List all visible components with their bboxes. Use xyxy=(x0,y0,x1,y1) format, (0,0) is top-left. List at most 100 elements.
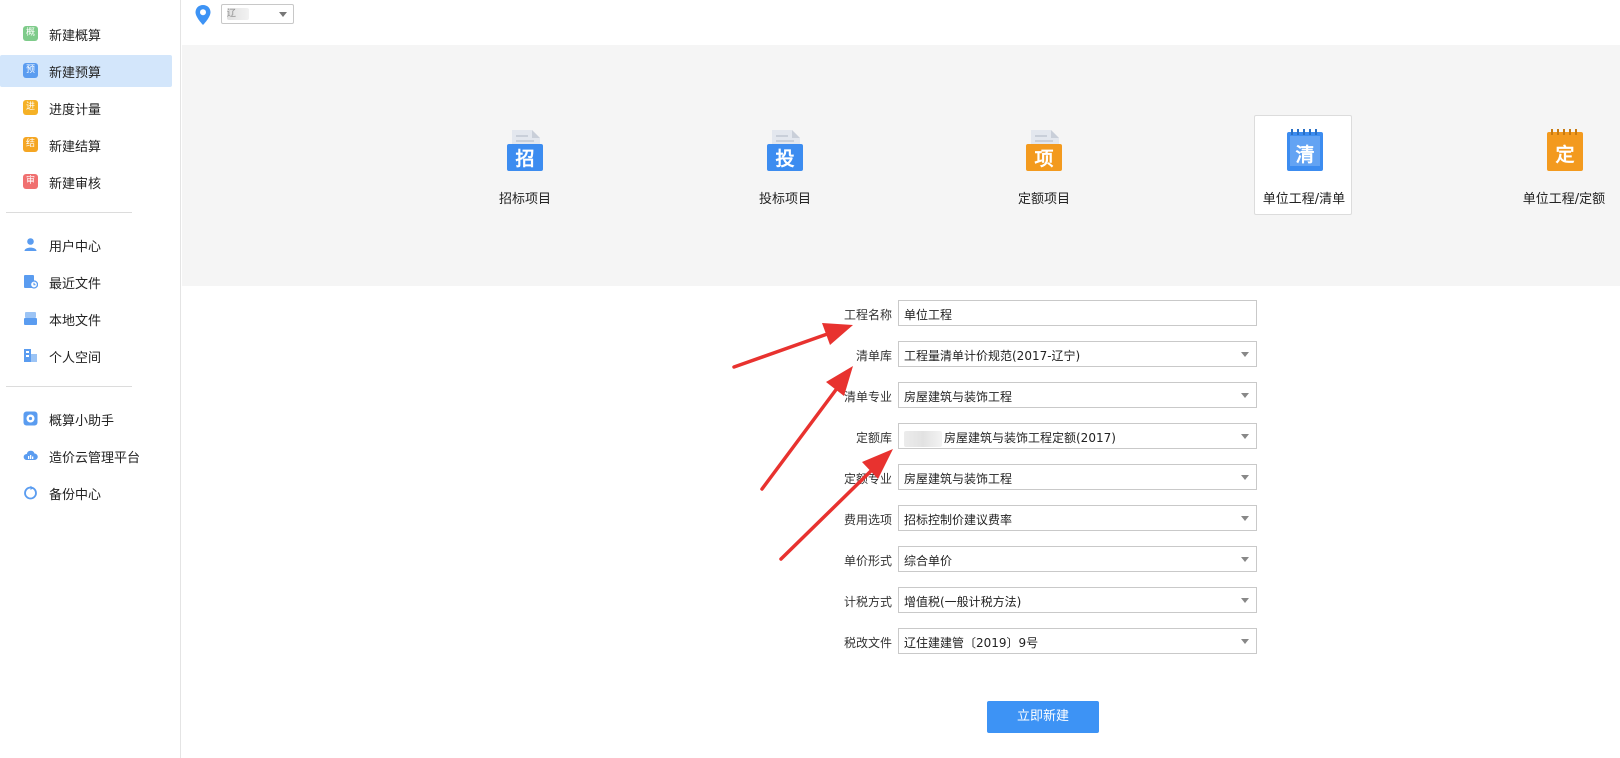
settlement-icon: 结 xyxy=(23,137,38,152)
fee-option-select[interactable]: 招标控制价建议费率 xyxy=(898,505,1257,531)
bill-library-value: 工程量清单计价规范(2017-辽宁) xyxy=(904,349,1081,363)
sidebar-item-new-estimate[interactable]: 概 新建概算 xyxy=(0,18,172,50)
sidebar-item-recent-files[interactable]: 最近文件 xyxy=(0,266,172,298)
quota-specialty-value: 房屋建筑与装饰工程 xyxy=(904,472,1013,486)
sidebar-item-label: 概算小助手 xyxy=(49,414,115,429)
project-type-unit-bill[interactable]: 清 单位工程/清单 xyxy=(1254,115,1352,215)
chevron-down-icon xyxy=(1241,557,1249,562)
unit-price-form-value: 综合单价 xyxy=(904,554,953,568)
project-type-label: 招标项目 xyxy=(498,192,551,207)
sidebar-item-estimate-assistant[interactable]: 概算小助手 xyxy=(0,403,172,435)
sidebar-item-label: 备份中心 xyxy=(49,488,102,503)
sidebar-item-local-files[interactable]: 本地文件 xyxy=(0,303,172,335)
quota-library-select[interactable]: 房屋建筑与装饰工程定额(2017) xyxy=(898,423,1257,449)
annotation-arrow xyxy=(779,449,893,561)
project-type-label: 投标项目 xyxy=(758,192,811,207)
unit-quota-icon: 定 xyxy=(1547,129,1583,171)
sidebar-item-new-audit[interactable]: 审 新建审核 xyxy=(0,166,172,198)
sidebar-divider xyxy=(6,212,132,213)
bidding-project-icon: 招 xyxy=(507,130,543,171)
cloud-platform-icon xyxy=(23,448,38,463)
estimate-icon: 概 xyxy=(23,26,38,41)
location-pin-icon xyxy=(195,5,211,25)
sidebar-item-cloud-platform[interactable]: 造价云管理平台 xyxy=(0,440,172,472)
svg-text:清: 清 xyxy=(1295,143,1314,166)
local-files-icon xyxy=(23,311,38,326)
project-type-label: 定额项目 xyxy=(1017,192,1070,207)
fee-option-value: 招标控制价建议费率 xyxy=(904,513,1013,527)
project-name-input[interactable]: 单位工程 xyxy=(898,300,1257,326)
sidebar-item-label: 新建结算 xyxy=(49,140,102,155)
sidebar-item-label: 本地文件 xyxy=(49,314,102,329)
sidebar-item-user-center[interactable]: 用户中心 xyxy=(0,229,172,261)
budget-icon: 预 xyxy=(23,63,38,78)
sidebar-item-label: 新建预算 xyxy=(49,66,102,81)
sidebar-item-label: 新建概算 xyxy=(49,29,102,44)
fee-option-label: 费用选项 xyxy=(843,513,892,527)
chevron-down-icon xyxy=(1241,393,1249,398)
tax-reform-doc-select[interactable]: 辽住建建管〔2019〕9号 xyxy=(898,628,1257,654)
unit-price-form-select[interactable]: 综合单价 xyxy=(898,546,1257,572)
svg-text:项: 项 xyxy=(1034,148,1053,170)
sidebar-divider xyxy=(6,386,132,387)
svg-text:招: 招 xyxy=(515,147,534,170)
unit-bill-icon: 清 xyxy=(1287,129,1323,171)
chevron-down-icon xyxy=(1241,434,1249,439)
svg-text:定: 定 xyxy=(1555,143,1574,166)
unit-price-form-label: 单价形式 xyxy=(843,554,892,568)
svg-text:投: 投 xyxy=(775,147,794,170)
sidebar-item-progress-measure[interactable]: 进 进度计量 xyxy=(0,92,172,124)
bill-specialty-value: 房屋建筑与装饰工程 xyxy=(904,390,1013,404)
progress-icon: 进 xyxy=(23,100,38,115)
tax-reform-doc-value: 辽住建建管〔2019〕9号 xyxy=(904,636,1039,650)
sidebar-item-new-budget[interactable]: 预 新建预算 xyxy=(0,55,172,87)
project-type-bidding[interactable]: 招 招标项目 xyxy=(475,115,573,215)
sidebar-item-label: 最近文件 xyxy=(49,277,102,292)
project-type-label: 单位工程/清单 xyxy=(1262,192,1346,207)
bill-specialty-label: 清单专业 xyxy=(843,390,892,404)
backup-icon xyxy=(23,485,38,500)
project-name-label: 工程名称 xyxy=(843,308,892,322)
sidebar-item-label: 个人空间 xyxy=(49,351,102,366)
quota-library-value: 房屋建筑与装饰工程定额(2017) xyxy=(944,431,1116,445)
tender-project-icon: 投 xyxy=(767,130,803,171)
chevron-down-icon xyxy=(1241,352,1249,357)
project-type-panel: 招 招标项目 投 投标项目 项 定额项目 清 单位工程/清单 定 单位工程/定额 xyxy=(182,45,1620,286)
sidebar-item-label: 新建审核 xyxy=(49,177,102,192)
sidebar-item-label: 进度计量 xyxy=(49,103,102,118)
sidebar-item-label: 造价云管理平台 xyxy=(49,451,141,466)
project-type-quota[interactable]: 项 定额项目 xyxy=(994,115,1092,215)
quota-library-label: 定额库 xyxy=(855,431,892,445)
sidebar-item-label: 用户中心 xyxy=(49,240,102,255)
create-now-button[interactable]: 立即新建 xyxy=(987,701,1099,733)
chevron-down-icon xyxy=(1241,598,1249,603)
sidebar-item-new-settlement[interactable]: 结 新建结算 xyxy=(0,129,172,161)
bill-library-label: 清单库 xyxy=(855,349,892,363)
user-icon xyxy=(23,237,38,252)
sidebar: 概 新建概算 预 新建预算 进 进度计量 结 新建结算 审 新建审核 用户中心 … xyxy=(0,0,181,758)
tax-reform-doc-label: 税改文件 xyxy=(843,636,892,650)
sidebar-item-personal-space[interactable]: 个人空间 xyxy=(0,340,172,372)
bill-specialty-select[interactable]: 房屋建筑与装饰工程 xyxy=(898,382,1257,408)
chevron-down-icon xyxy=(1241,475,1249,480)
chevron-down-icon xyxy=(1241,639,1249,644)
personal-space-icon xyxy=(23,348,38,363)
tax-method-value: 增值税(一般计税方法) xyxy=(904,595,1022,609)
quota-library-value-wrap: 房屋建筑与装饰工程定额(2017) xyxy=(904,429,1116,447)
tax-method-label: 计税方式 xyxy=(843,595,892,609)
assistant-icon xyxy=(23,411,38,426)
quota-specialty-label: 定额专业 xyxy=(843,472,892,486)
redacted-region xyxy=(904,430,942,447)
region-select[interactable]: 辽 xyxy=(221,4,294,24)
chevron-down-icon xyxy=(1241,516,1249,521)
tax-method-select[interactable]: 增值税(一般计税方法) xyxy=(898,587,1257,613)
project-type-unit-quota[interactable]: 定 单位工程/定额 xyxy=(1514,115,1612,215)
quota-specialty-select[interactable]: 房屋建筑与装饰工程 xyxy=(898,464,1257,490)
region-select-value: 辽 xyxy=(227,8,249,20)
bill-library-select[interactable]: 工程量清单计价规范(2017-辽宁) xyxy=(898,341,1257,367)
recent-files-icon xyxy=(23,274,38,289)
project-name-value: 单位工程 xyxy=(904,308,953,322)
project-type-tender[interactable]: 投 投标项目 xyxy=(735,115,833,215)
sidebar-item-backup-center[interactable]: 备份中心 xyxy=(0,477,172,509)
quota-project-icon: 项 xyxy=(1026,130,1062,171)
